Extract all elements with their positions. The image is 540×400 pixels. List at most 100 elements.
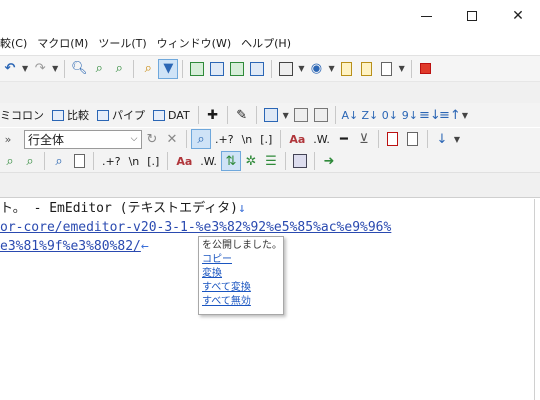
properties-icon[interactable] bbox=[337, 59, 357, 79]
workspace-icon[interactable] bbox=[227, 59, 247, 79]
editor-line-3: e3%81%9f%e3%80%82/← bbox=[0, 237, 149, 257]
separator bbox=[410, 59, 412, 78]
find-in-files-icon[interactable]: ⌕ bbox=[138, 59, 158, 79]
separator bbox=[167, 152, 169, 170]
sort-desc-icon[interactable]: Z↓ bbox=[360, 105, 380, 125]
whole-word-button[interactable]: .W. bbox=[196, 151, 221, 171]
toolbar-overflow-icon[interactable]: » bbox=[0, 129, 16, 149]
separator bbox=[93, 152, 94, 170]
popup-message: を公開しました。 bbox=[202, 240, 282, 251]
refresh-icon[interactable]: ↻ bbox=[142, 129, 162, 149]
list-icon[interactable]: ☰ bbox=[261, 151, 281, 171]
tools-icon[interactable]: ✎ bbox=[232, 105, 252, 125]
newline-mark-icon: ← bbox=[140, 239, 149, 254]
maximize-button[interactable] bbox=[449, 0, 495, 32]
close-button[interactable]: ✕ bbox=[495, 0, 540, 32]
sort-asc-icon[interactable]: A↓ bbox=[340, 105, 360, 125]
match-case-button[interactable]: Aa bbox=[172, 151, 196, 171]
find-all-icon[interactable] bbox=[69, 151, 89, 171]
sort-dropdown-icon[interactable]: ▼ bbox=[462, 111, 468, 120]
checklist-dropdown-icon[interactable]: ▼ bbox=[399, 64, 405, 73]
bracket-button[interactable]: [.] bbox=[256, 129, 276, 149]
compare-button[interactable]: 比較 bbox=[48, 105, 93, 125]
separator bbox=[271, 59, 273, 78]
undo-dropdown-icon[interactable]: ▼ bbox=[22, 64, 28, 73]
sort-length-icon[interactable]: ≡↓ bbox=[419, 105, 441, 125]
bookmark-list-icon[interactable] bbox=[403, 129, 423, 149]
maximize-icon bbox=[467, 11, 477, 21]
find-prev-icon[interactable]: ⌕ bbox=[20, 151, 40, 171]
undo-icon[interactable]: ↶ bbox=[0, 59, 20, 79]
select-icon[interactable] bbox=[187, 59, 207, 79]
find-icon[interactable]: 🔍︎ bbox=[69, 59, 89, 79]
bookmark-icon[interactable] bbox=[383, 129, 403, 149]
settings-icon[interactable]: ✲ bbox=[241, 151, 261, 171]
popup-convert-all-link[interactable]: すべて変換 bbox=[202, 281, 280, 295]
popup-disable-all-link[interactable]: すべて無効 bbox=[202, 295, 280, 309]
regex-button[interactable]: .+? bbox=[211, 129, 238, 149]
checklist-icon[interactable] bbox=[377, 59, 397, 79]
escape-newline-button[interactable]: \n bbox=[238, 129, 257, 149]
url-link[interactable]: or-core/emeditor-v20-3-1-%e3%82%92%e5%85… bbox=[0, 220, 391, 235]
search-icon[interactable]: ⌕ bbox=[191, 129, 211, 149]
redo-icon[interactable]: ↷ bbox=[30, 59, 50, 79]
menu-tools[interactable]: ツール(T) bbox=[93, 34, 151, 54]
menu-macro[interactable]: マクロ(M) bbox=[32, 34, 93, 54]
separator bbox=[377, 130, 379, 148]
toolbar-spacer bbox=[0, 81, 540, 103]
url-link[interactable]: e3%81%9f%e3%80%82/ bbox=[0, 239, 141, 254]
bracket-button[interactable]: [.] bbox=[143, 151, 163, 171]
close-icon: ✕ bbox=[512, 8, 524, 24]
match-case-button[interactable]: Aa bbox=[285, 129, 309, 149]
popup-convert-link[interactable]: 変換 bbox=[202, 267, 280, 281]
conversion-popup: を公開しました。 コピー 変換 すべて変換 すべて無効 bbox=[198, 236, 284, 315]
separator bbox=[133, 59, 135, 78]
stop-icon[interactable] bbox=[416, 59, 436, 79]
column-props-icon[interactable] bbox=[291, 105, 311, 125]
semicolon-button[interactable]: ミコロン bbox=[0, 105, 48, 125]
find-prev-icon[interactable]: ⌕ bbox=[109, 59, 129, 79]
column-list-icon[interactable] bbox=[311, 105, 331, 125]
pipe-button[interactable]: パイプ bbox=[93, 105, 149, 125]
separator bbox=[313, 152, 315, 170]
sort-num-asc-icon[interactable]: 0↓ bbox=[380, 105, 400, 125]
sort-length-desc-icon[interactable]: ≡↑ bbox=[439, 105, 461, 125]
filter-icon[interactable]: ▼ bbox=[158, 58, 179, 79]
menu-compare[interactable]: 較(C) bbox=[0, 34, 32, 54]
direction-dropdown-icon[interactable]: ▼ bbox=[454, 135, 460, 144]
line-icon[interactable]: ━ bbox=[334, 129, 354, 149]
popup-copy-link[interactable]: コピー bbox=[202, 253, 280, 267]
standard-toolbar: ↶ ▼ ↷ ▼ 🔍︎ ⌕ ⌕ ⌕ ▼ ▼ ◉ ▼ ▼ bbox=[0, 55, 540, 81]
minimize-button[interactable] bbox=[403, 0, 449, 32]
columns-icon[interactable] bbox=[261, 105, 281, 125]
macro-dropdown-icon[interactable]: ▼ bbox=[298, 64, 304, 73]
customize-icon[interactable] bbox=[357, 59, 377, 79]
menu-window[interactable]: ウィンドウ(W) bbox=[152, 34, 236, 54]
arrow-down-icon[interactable]: ↓ bbox=[432, 129, 452, 149]
plugin-icon[interactable]: ◉ bbox=[306, 59, 326, 79]
redo-dropdown-icon[interactable]: ▼ bbox=[52, 64, 58, 73]
arrow-right-icon[interactable]: ➜ bbox=[319, 151, 339, 171]
macro-list-icon[interactable] bbox=[276, 59, 296, 79]
filter-clear-icon[interactable]: ⊻ bbox=[354, 129, 374, 149]
split-icon[interactable] bbox=[247, 59, 267, 79]
whole-word-button[interactable]: .W. bbox=[309, 129, 334, 149]
regex-button[interactable]: .+? bbox=[98, 151, 125, 171]
panel-icon[interactable] bbox=[290, 151, 310, 171]
columns-dropdown-icon[interactable]: ▼ bbox=[283, 111, 289, 120]
menu-bar: 較(C) マクロ(M) ツール(T) ウィンドウ(W) ヘルプ(H) bbox=[0, 34, 540, 54]
find-next-icon[interactable]: ⌕ bbox=[0, 151, 20, 171]
dat-button[interactable]: DAT bbox=[149, 105, 194, 125]
chevron-down-icon: ⌵ bbox=[130, 134, 138, 144]
find-icon[interactable]: ⌕ bbox=[49, 151, 69, 171]
clear-icon[interactable]: ✕ bbox=[162, 129, 182, 149]
escape-newline-button[interactable]: \n bbox=[125, 151, 144, 171]
search-scope-select[interactable]: 行全体 ⌵ bbox=[24, 129, 142, 149]
menu-help[interactable]: ヘルプ(H) bbox=[236, 34, 296, 54]
swap-icon[interactable]: ⇅ bbox=[220, 151, 241, 171]
window-icon[interactable] bbox=[207, 59, 227, 79]
add-icon[interactable]: ✚ bbox=[203, 105, 223, 125]
plugin-dropdown-icon[interactable]: ▼ bbox=[328, 64, 334, 73]
find-next-icon[interactable]: ⌕ bbox=[89, 59, 109, 79]
sort-num-desc-icon[interactable]: 9↓ bbox=[400, 105, 420, 125]
